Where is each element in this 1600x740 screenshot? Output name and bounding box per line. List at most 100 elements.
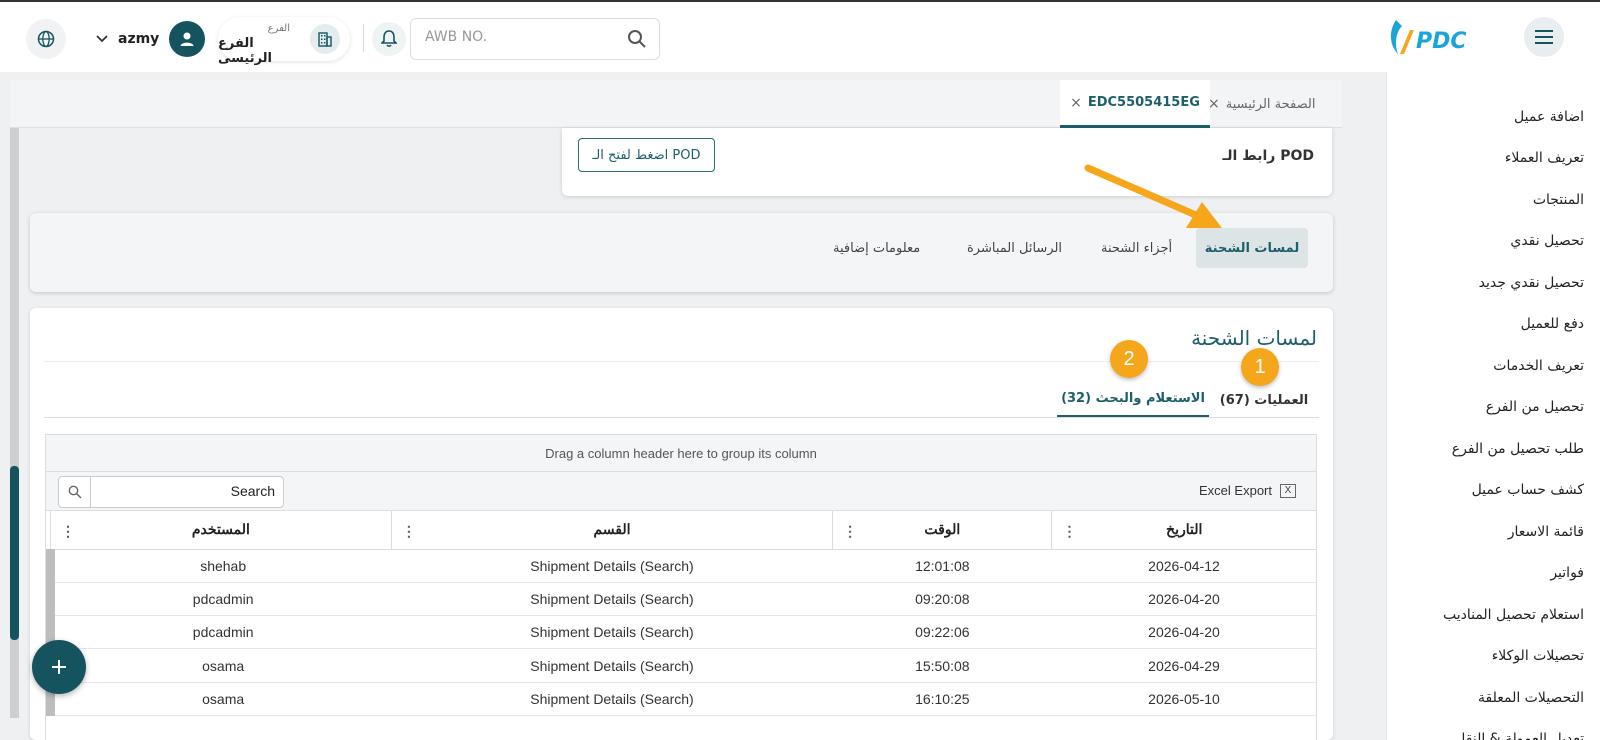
pdc-logo: PDC (1384, 18, 1484, 58)
language-button[interactable] (26, 19, 66, 59)
cell-user: osama (46, 682, 392, 716)
annotation-badge-2: 2 (1110, 340, 1148, 378)
sidebar-item-products[interactable]: المنتجات (1387, 179, 1600, 221)
cell-time: 09:22:06 (832, 615, 1052, 650)
chevron-down-icon (96, 35, 108, 43)
table-row[interactable]: pdcadmin Shipment Details (Search) 09:20… (46, 582, 1316, 617)
sidebar-item-add-customer[interactable]: اضافة عميل (1387, 96, 1600, 138)
cell-time: 12:01:08 (832, 549, 1052, 583)
cell-user: osama (46, 648, 392, 683)
table-row[interactable]: shehab Shipment Details (Search) 12:01:0… (46, 549, 1316, 583)
column-menu-icon[interactable]: ⋮ (61, 523, 75, 540)
group-panel[interactable]: Drag a column header here to group its c… (46, 435, 1316, 472)
cell-time: 09:20:08 (832, 582, 1052, 617)
add-button[interactable] (32, 640, 86, 694)
user-menu[interactable]: azmy (96, 21, 206, 57)
cell-section: Shipment Details (Search) (391, 615, 833, 650)
sidebar-item-branch-collection-request[interactable]: طلب تحصيل من الفرع (1387, 428, 1600, 470)
sidebar-item-new-cash-collection[interactable]: تحصيل نقدي جديد (1387, 262, 1600, 304)
cell-date: 2026-05-10 (1051, 682, 1316, 716)
close-icon[interactable]: × (1070, 95, 1082, 111)
tab-operations[interactable]: العمليات (67) (1209, 382, 1319, 418)
annotation-arrow (1084, 164, 1222, 228)
cell-section: Shipment Details (Search) (391, 682, 833, 716)
sidebar: اضافة عميل تعريف العملاء المنتجات تحصيل … (1386, 72, 1600, 740)
scrollbar-thumb[interactable] (10, 466, 19, 640)
page-tabs: × الصفحة الرئيسية × EDC5505415EG (10, 80, 1342, 128)
column-menu-icon[interactable]: ⋮ (1062, 523, 1076, 540)
sidebar-item-invoices[interactable]: فواتير (1387, 553, 1600, 595)
tab-awb-label: EDC5505415EG (1087, 95, 1200, 110)
excel-icon: X (1280, 483, 1296, 498)
column-menu-icon[interactable]: ⋮ (402, 523, 416, 540)
menu-button[interactable] (1524, 17, 1564, 57)
cell-section: Shipment Details (Search) (391, 582, 833, 617)
hamburger-icon (1535, 30, 1553, 44)
cell-user: pdcadmin (46, 582, 392, 617)
column-header-time[interactable]: ⋮ الوقت (832, 511, 1052, 550)
column-header-user[interactable]: ⋮ المستخدم (50, 511, 392, 550)
column-header-section[interactable]: ⋮ القسم (390, 511, 833, 550)
annotation-badge-1: 1 (1241, 348, 1279, 386)
subtab-direct-messages[interactable]: الرسائل المباشرة (967, 228, 1062, 268)
cell-user: shehab (46, 549, 392, 583)
globe-icon (37, 30, 55, 48)
cell-user: pdcadmin (46, 615, 392, 650)
table-row[interactable]: osama Shipment Details (Search) 16:10:25… (46, 682, 1316, 716)
sidebar-item-pay-customer[interactable]: دفع للعميل (1387, 304, 1600, 346)
sidebar-item-cash-collection[interactable]: تحصيل نقدي (1387, 221, 1600, 263)
svg-text:PDC: PDC (1416, 29, 1467, 54)
branch-selector[interactable]: الفرع الفرع الرئيسى (218, 17, 350, 66)
sidebar-item-agent-collections[interactable]: تحصيلات الوكلاء (1387, 636, 1600, 678)
tab-home[interactable]: × الصفحة الرئيسية (1208, 80, 1315, 128)
user-icon (180, 32, 194, 46)
sidebar-item-customer-statement[interactable]: كشف حساب عميل (1387, 470, 1600, 512)
tab-home-label: الصفحة الرئيسية (1225, 96, 1316, 112)
header-divider (363, 24, 364, 52)
scrollbar[interactable] (10, 128, 19, 718)
branch-name: الفرع الرئيسى (218, 36, 272, 66)
touches-table: ⋮ المستخدم ⋮ القسم ⋮ الوقت ⋮ التاريخ she… (46, 511, 1316, 716)
notifications-button[interactable] (372, 22, 406, 56)
subtab-additional-info[interactable]: معلومات إضافية (833, 228, 920, 268)
touches-card: لمسات الشحنة العمليات (67) الاستعلام وال… (30, 308, 1333, 740)
table-row[interactable]: pdcadmin Shipment Details (Search) 09:22… (46, 615, 1316, 650)
sidebar-item-edit-commission[interactable]: تعديل العمولة & النقل (1387, 719, 1600, 740)
search-icon[interactable] (627, 29, 647, 53)
excel-export-label: Excel Export (1199, 483, 1272, 498)
tabs-divider (44, 417, 1319, 418)
excel-export-button[interactable]: Excel Export X (1199, 483, 1296, 498)
sidebar-item-pending-collections[interactable]: التحصيلات المعلقة (1387, 677, 1600, 719)
cell-date: 2026-04-20 (1051, 615, 1316, 650)
table-row[interactable]: osama Shipment Details (Search) 15:50:08… (46, 648, 1316, 683)
pod-label: رابط الـ POD (1222, 148, 1315, 164)
cell-section: Shipment Details (Search) (391, 648, 833, 683)
cell-section: Shipment Details (Search) (391, 549, 833, 583)
cell-date: 2026-04-12 (1051, 549, 1316, 583)
grid-search-input[interactable] (105, 483, 275, 499)
building-icon (310, 24, 340, 54)
branch-caption: الفرع (267, 23, 290, 34)
column-menu-icon[interactable]: ⋮ (843, 523, 857, 540)
open-pod-button[interactable]: اضغط لفتح الـ POD (578, 138, 715, 172)
top-header: PDC الفرع الفرع الرئيسى azmy (0, 0, 1600, 72)
cell-date: 2026-04-29 (1051, 648, 1316, 683)
plus-icon (52, 660, 66, 674)
data-grid: Drag a column header here to group its c… (45, 434, 1317, 740)
grid-search[interactable] (58, 476, 284, 508)
sidebar-item-customers[interactable]: تعريف العملاء (1387, 138, 1600, 180)
column-header-date[interactable]: ⋮ التاريخ (1051, 511, 1316, 550)
sidebar-item-courier-collection-inquiry[interactable]: استعلام تحصيل المناديب (1387, 594, 1600, 636)
awb-search-box[interactable] (410, 18, 660, 60)
username: azmy (118, 31, 160, 47)
awb-input[interactable] (425, 29, 615, 45)
sidebar-item-branch-collection[interactable]: تحصيل من الفرع (1387, 387, 1600, 429)
sidebar-item-services[interactable]: تعريف الخدمات (1387, 345, 1600, 387)
tab-inquiry-search[interactable]: الاستعلام والبحث (32) (1057, 382, 1209, 418)
tab-awb[interactable]: × EDC5505415EG (1060, 80, 1210, 128)
cell-date: 2026-04-20 (1051, 582, 1316, 617)
grid-toolbar: Excel Export X (46, 472, 1316, 511)
cell-time: 16:10:25 (832, 682, 1052, 716)
avatar (169, 21, 206, 57)
sidebar-item-price-list[interactable]: قائمة الاسعار (1387, 511, 1600, 553)
